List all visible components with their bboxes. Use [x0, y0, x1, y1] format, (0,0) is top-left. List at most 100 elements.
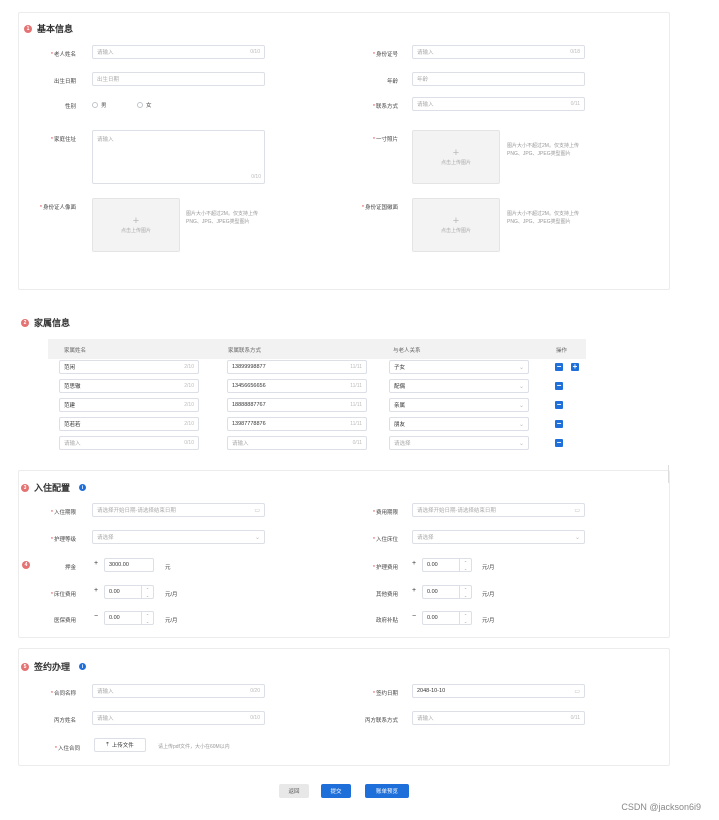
contact-label: 联系方式 — [328, 102, 398, 110]
other-fee-label: 其他费用 — [375, 592, 398, 598]
checkin-period-picker[interactable]: 请选择开始日期-请选择结束日期 ▭ — [92, 503, 265, 517]
chevron-down-icon: ⌄ — [254, 534, 260, 541]
address-label: 家庭住址 — [6, 135, 76, 143]
back-button[interactable]: 返回 — [279, 784, 309, 798]
photo-label: 一寸照片 — [328, 135, 398, 143]
radio-circle — [92, 102, 98, 108]
subsidy-unit: 元/月 — [482, 618, 495, 624]
chevron-down-icon: ⌄ — [518, 421, 524, 428]
plus-sign: + — [412, 560, 417, 567]
remove-row-button[interactable]: − — [555, 363, 563, 371]
plus-sign: + — [412, 587, 417, 594]
step-badge: 3 — [21, 483, 29, 492]
deposit-input[interactable]: 3000.00 — [104, 558, 154, 572]
id-back-upload[interactable]: + 点击上传图片 — [412, 198, 500, 252]
divider — [668, 465, 669, 483]
care-fee-label: 护理费用 — [328, 563, 398, 571]
family-phone-input[interactable]: 13899998877 11/11 — [227, 360, 367, 374]
info-icon[interactable]: i — [79, 484, 87, 491]
contract-file-label: 入住合同 — [10, 744, 80, 752]
id-number-label: 身份证号 — [328, 50, 398, 58]
family-table-header: 家属姓名 家属联系方式 与老人关系 操作 — [48, 339, 586, 359]
sign-date-picker[interactable]: 2048-10-10 ▭ — [412, 684, 585, 698]
insurance-label: 医保费用 — [53, 618, 76, 624]
bed-select[interactable]: 请选择 ⌄ — [412, 530, 585, 544]
family-relation-select[interactable]: 配偶 ⌄ — [389, 379, 529, 393]
birth-date-input[interactable]: 出生日期 — [92, 72, 265, 86]
plus-icon: + — [132, 215, 140, 227]
insurance-unit: 元/月 — [165, 618, 178, 624]
bed-fee-stepper[interactable]: 0.00 ⌃ ⌄ — [104, 585, 154, 599]
plus-sign: + — [94, 560, 99, 567]
submit-button[interactable]: 提交 — [321, 784, 351, 798]
party-name-input[interactable]: 请输入 0/10 — [92, 711, 265, 725]
other-fee-unit: 元/月 — [482, 592, 495, 598]
stepper-arrows-icon[interactable]: ⌃ ⌄ — [459, 586, 471, 598]
minus-sign: − — [412, 613, 417, 620]
care-level-select[interactable]: 请选择 ⌄ — [92, 530, 265, 544]
gender-label: 性别 — [64, 104, 76, 110]
gender-male-radio[interactable]: 男 — [92, 101, 107, 109]
family-relation-select[interactable]: 请选择 ⌄ — [389, 436, 529, 450]
upload-file-button[interactable]: ⤒ 上传文件 — [94, 738, 146, 752]
contract-name-input[interactable]: 请输入 0/20 — [92, 684, 265, 698]
id-front-upload[interactable]: + 点击上传图片 — [92, 198, 180, 252]
fee-period-label: 费用期限 — [328, 508, 398, 516]
care-fee-unit: 元/月 — [482, 565, 495, 571]
fee-period-picker[interactable]: 请选择开始日期-请选择结束日期 ▭ — [412, 503, 585, 517]
add-row-button[interactable]: + — [571, 363, 579, 371]
plus-sign: + — [94, 587, 99, 594]
family-name-input[interactable]: 范建 2/10 — [59, 398, 199, 412]
age-input[interactable]: 年龄 — [412, 72, 585, 86]
chevron-down-icon: ⌄ — [518, 402, 524, 409]
family-phone-input[interactable]: 13456656656 11/11 — [227, 379, 367, 393]
id-number-input[interactable]: 请输入 0/18 — [412, 45, 585, 59]
stepper-arrows-icon[interactable]: ⌃ ⌄ — [141, 586, 153, 598]
photo-upload-hint: 图片大小不超过2M。仅支持上传PNG、JPG、JPEG类型图片 — [507, 143, 579, 157]
step-badge: 1 — [24, 24, 32, 33]
name-label: 老人姓名 — [6, 50, 76, 58]
address-textarea[interactable]: 请输入 0/10 — [92, 130, 265, 184]
family-name-input[interactable]: 请输入 0/10 — [59, 436, 199, 450]
party-contact-input[interactable]: 请输入 0/11 — [412, 711, 585, 725]
family-name-input[interactable]: 范思辙 2/10 — [59, 379, 199, 393]
deposit-label: 押金 — [64, 565, 76, 571]
family-phone-input[interactable]: 13987778876 11/11 — [227, 417, 367, 431]
other-fee-stepper[interactable]: 0.00 ⌃ ⌄ — [422, 585, 472, 599]
remove-row-button[interactable]: − — [555, 382, 563, 390]
family-relation-select[interactable]: 亲属 ⌄ — [389, 398, 529, 412]
photo-upload[interactable]: + 点击上传图片 — [412, 130, 500, 184]
subsidy-stepper[interactable]: 0.00 ⌃ ⌄ — [422, 611, 472, 625]
upload-icon: ⤒ — [106, 741, 109, 748]
step-badge: 2 — [21, 318, 29, 327]
care-fee-stepper[interactable]: 0.00 ⌃ ⌄ — [422, 558, 472, 572]
remove-row-button[interactable]: − — [555, 420, 563, 428]
family-phone-input[interactable]: 请输入 0/11 — [227, 436, 367, 450]
family-relation-select[interactable]: 子女 ⌄ — [389, 360, 529, 374]
gender-female-radio[interactable]: 女 — [137, 101, 152, 109]
name-input[interactable]: 请输入 0/10 — [92, 45, 265, 59]
id-back-hint: 图片大小不超过2M。仅支持上传PNG、JPG、JPEG类型图片 — [507, 211, 579, 225]
contact-input[interactable]: 请输入 0/11 — [412, 97, 585, 111]
family-relation-select[interactable]: 朋友 ⌄ — [389, 417, 529, 431]
family-name-input[interactable]: 范若若 2/10 — [59, 417, 199, 431]
chevron-down-icon: ⌄ — [518, 383, 524, 390]
calendar-icon: ▭ — [574, 507, 580, 514]
family-name-input[interactable]: 范闲 2/10 — [59, 360, 199, 374]
th-relation: 与老人关系 — [393, 348, 421, 354]
subsidy-label: 政府补贴 — [375, 618, 398, 624]
remove-row-button[interactable]: − — [555, 401, 563, 409]
bill-preview-button[interactable]: 账单预览 — [365, 784, 409, 798]
plus-icon: + — [452, 215, 460, 227]
bed-fee-unit: 元/月 — [165, 592, 178, 598]
chevron-down-icon: ⌄ — [518, 440, 524, 447]
stepper-arrows-icon[interactable]: ⌃ ⌄ — [459, 559, 471, 571]
info-icon[interactable]: i — [79, 663, 87, 670]
family-phone-input[interactable]: 18888887767 11/11 — [227, 398, 367, 412]
insurance-stepper[interactable]: 0.00 ⌃ ⌄ — [104, 611, 154, 625]
remove-row-button[interactable]: − — [555, 439, 563, 447]
th-phone: 家属联系方式 — [228, 348, 262, 354]
checkin-config-title: 3 入住配置 i — [21, 481, 87, 494]
stepper-arrows-icon[interactable]: ⌃ ⌄ — [141, 612, 153, 624]
stepper-arrows-icon[interactable]: ⌃ ⌄ — [459, 612, 471, 624]
